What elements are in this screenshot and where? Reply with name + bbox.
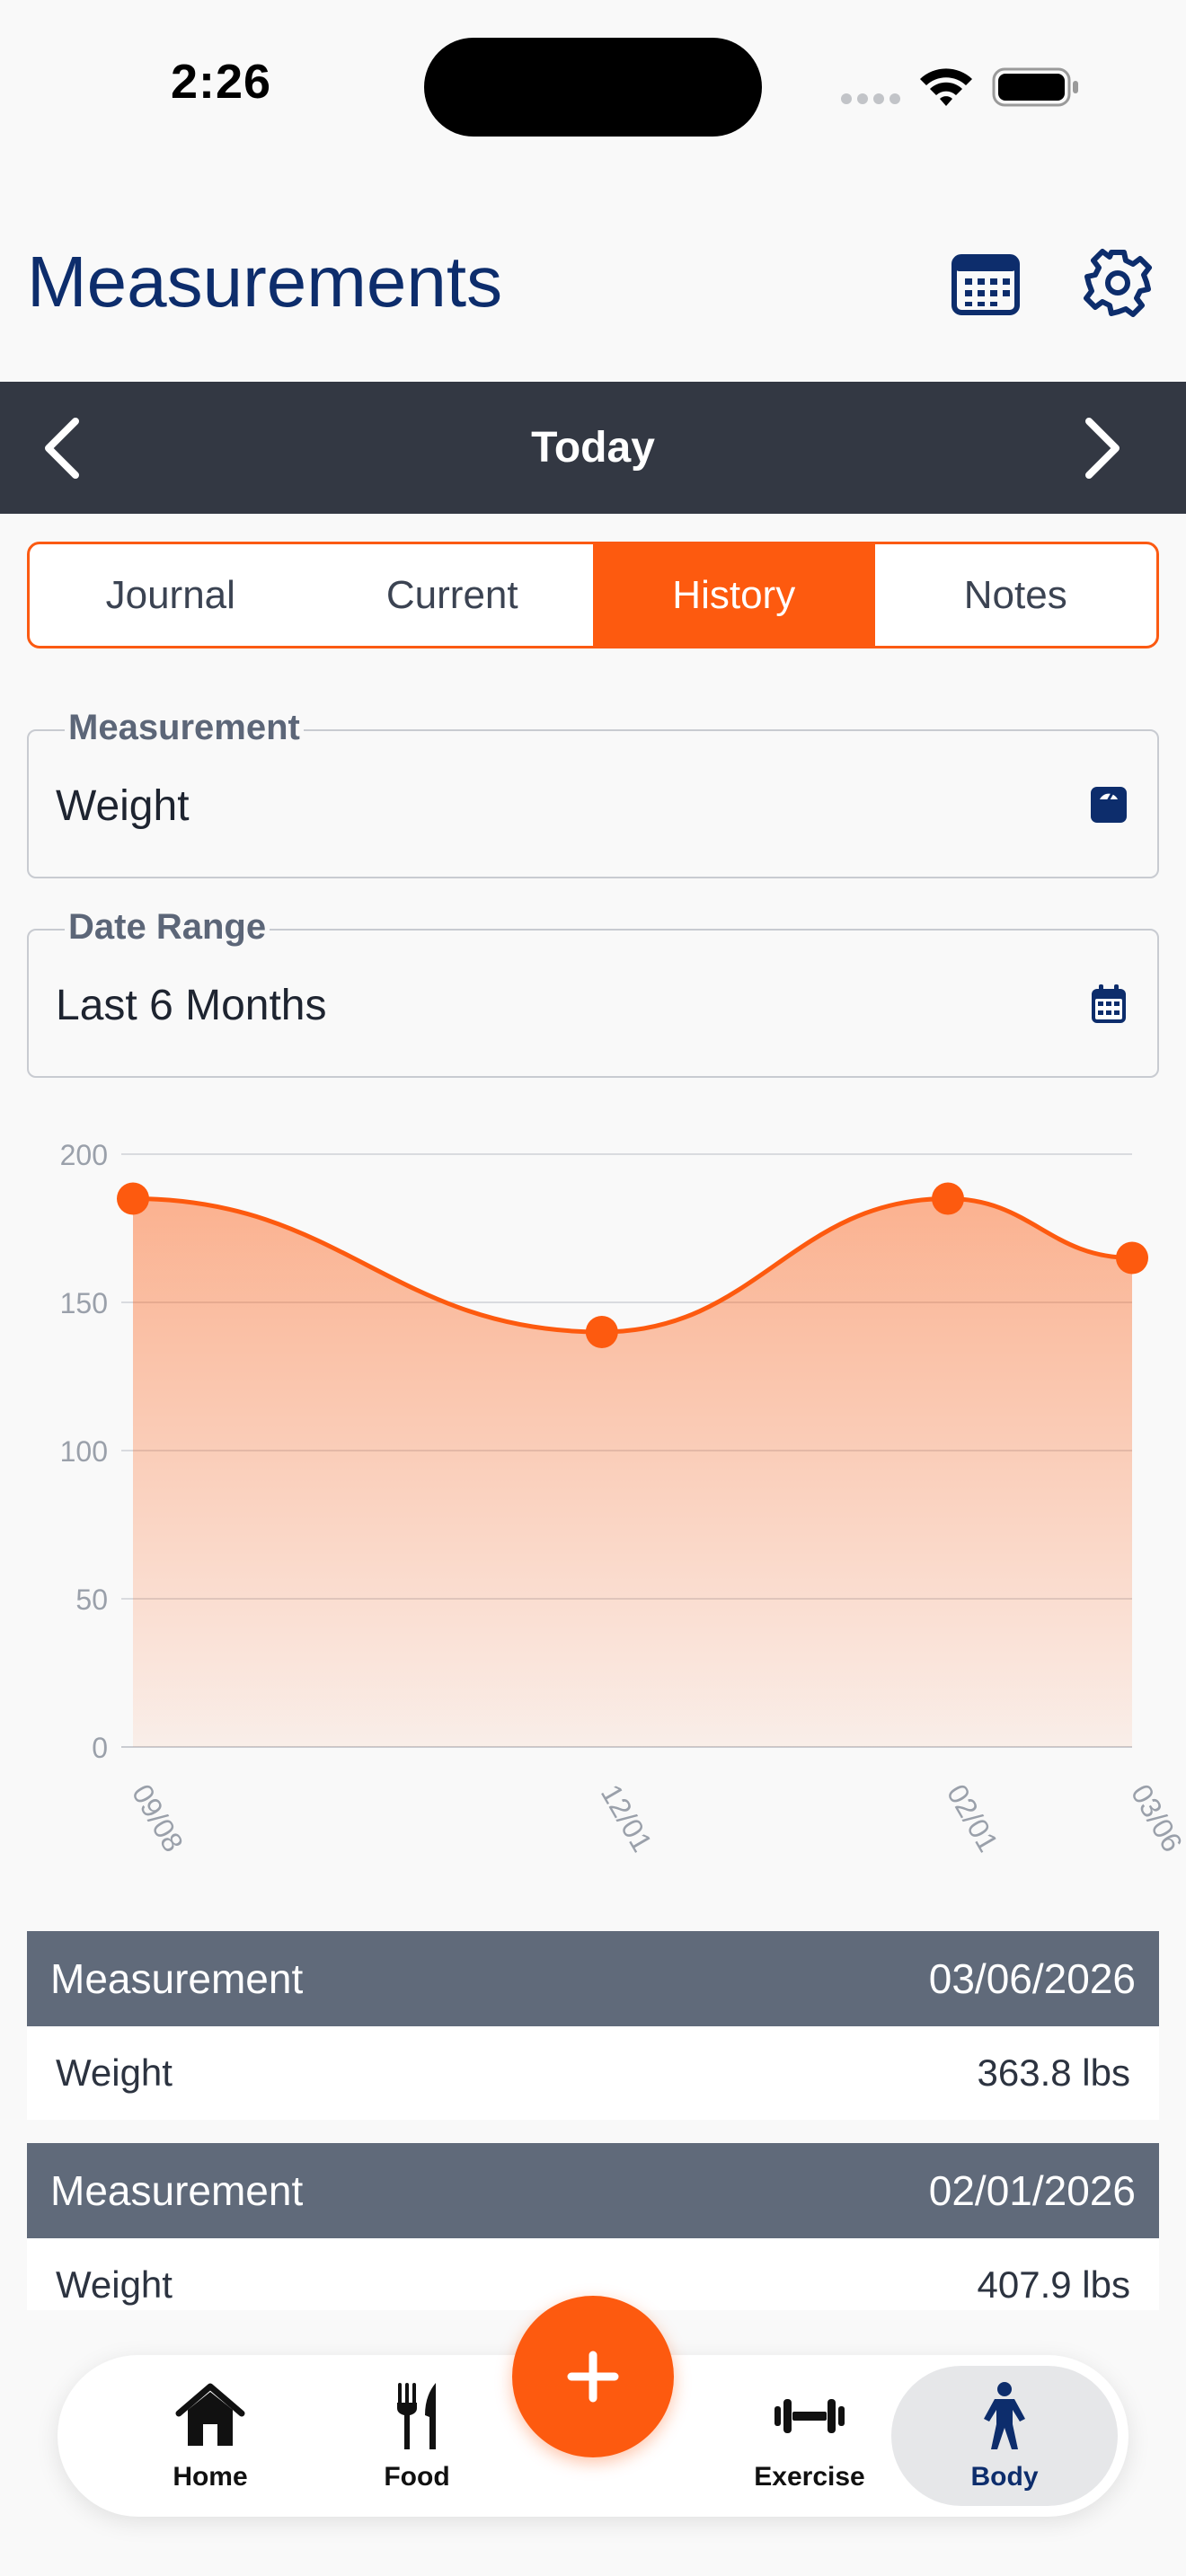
history-header-label: Measurement (50, 2167, 304, 2214)
person-icon (984, 2382, 1025, 2449)
series-area (133, 1198, 1132, 1747)
history-row-name: Weight (56, 2051, 173, 2094)
home-icon (175, 2383, 245, 2446)
add-button[interactable] (512, 2296, 674, 2457)
measurement-value: Weight (56, 782, 190, 830)
x-tick-label: 02/01 (941, 1779, 1005, 1857)
history-row-value: 407.9 lbs (977, 2263, 1130, 2306)
gear-icon[interactable] (1083, 248, 1153, 318)
measurement-label: Measurement (65, 708, 304, 748)
x-tick-label: 09/08 (126, 1779, 190, 1857)
y-tick-label: 100 (60, 1435, 108, 1468)
date-label: Today (531, 424, 655, 472)
page-title: Measurements (27, 242, 503, 322)
y-tick-label: 150 (60, 1287, 108, 1319)
plus-icon (567, 2351, 619, 2403)
data-point (117, 1182, 149, 1215)
status-time: 2:26 (171, 55, 272, 109)
tab-history[interactable]: History (593, 544, 875, 646)
history-date: 02/01/2026 (928, 2167, 1136, 2214)
segment-tabs: Journal Current History Notes (27, 542, 1159, 648)
status-bar: 2:26 (0, 0, 1186, 171)
tab-home-label: Home (173, 2462, 248, 2492)
wifi-icon (920, 68, 972, 106)
dumbbell-icon (774, 2399, 845, 2433)
chevron-right-icon[interactable] (1064, 414, 1132, 482)
tab-food[interactable]: Food (327, 2355, 507, 2517)
date-range-select[interactable]: Date Range Last 6 Months (27, 907, 1159, 1078)
y-tick-label: 0 (92, 1732, 108, 1764)
calendar-icon[interactable] (951, 248, 1021, 318)
dynamic-island (424, 38, 762, 137)
tab-body-label: Body (970, 2462, 1039, 2492)
history-header: Measurement 02/01/2026 (27, 2143, 1159, 2238)
date-range-value: Last 6 Months (56, 982, 327, 1029)
history-date: 03/06/2026 (928, 1955, 1136, 2002)
date-range-label: Date Range (65, 907, 270, 948)
data-point (585, 1316, 618, 1348)
tab-exercise-label: Exercise (754, 2462, 865, 2492)
tab-notes[interactable]: Notes (875, 544, 1157, 646)
tab-journal[interactable]: Journal (30, 544, 312, 646)
scale-icon (1091, 787, 1127, 823)
calendar-icon (1092, 984, 1126, 1023)
fork-knife-icon (397, 2383, 436, 2449)
history-header-label: Measurement (50, 1955, 304, 2002)
history-header: Measurement 03/06/2026 (27, 1931, 1159, 2026)
x-tick-label: 03/06 (1125, 1779, 1186, 1857)
tab-current[interactable]: Current (312, 544, 594, 646)
battery-icon (992, 67, 1078, 107)
tab-body[interactable]: Body (891, 2366, 1118, 2506)
y-tick-label: 50 (75, 1584, 108, 1616)
x-tick-label: 12/01 (595, 1779, 659, 1857)
history-row-name: Weight (56, 2263, 173, 2306)
date-navigator: Today (0, 382, 1186, 514)
measurement-select[interactable]: Measurement Weight (27, 708, 1159, 878)
history-row[interactable]: Weight 363.8 lbs (27, 2026, 1159, 2120)
y-tick-label: 200 (60, 1139, 108, 1171)
tab-exercise[interactable]: Exercise (706, 2355, 913, 2517)
signal-icon (841, 93, 900, 104)
tab-food-label: Food (384, 2462, 450, 2492)
tab-home[interactable]: Home (120, 2355, 300, 2517)
data-point (1116, 1241, 1148, 1275)
history-row-value: 363.8 lbs (977, 2051, 1130, 2094)
weight-history-chart: 0 50 100 150 200 09/08 12/01 02/01 03/06 (60, 1139, 1186, 1857)
data-point (931, 1182, 964, 1215)
